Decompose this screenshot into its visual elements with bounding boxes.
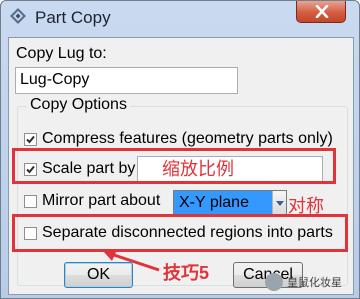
watermark: 皇鼠化妆星 — [265, 271, 342, 293]
annotation-arrow-icon — [103, 250, 160, 272]
close-button[interactable] — [296, 1, 346, 23]
copy-name-input[interactable]: Lug-Copy — [15, 67, 238, 94]
check-icon — [26, 135, 35, 144]
separate-highlight-box — [12, 214, 348, 252]
close-icon — [315, 5, 329, 18]
mirror-plane-select[interactable]: X-Y plane — [173, 190, 287, 216]
window-title: Part Copy — [35, 8, 111, 27]
copy-to-label: Copy Lug to: — [16, 45, 107, 62]
mirror-part-checkbox[interactable] — [24, 195, 37, 208]
chevron-down-icon[interactable] — [272, 191, 286, 215]
tip-annotation: 技巧5 — [163, 263, 210, 283]
title-bar[interactable]: Part Copy — [1, 1, 359, 37]
mirror-part-label: Mirror part about — [42, 192, 161, 209]
watermark-text: 皇鼠化妆星 — [287, 277, 342, 289]
abaqus-logo-icon — [10, 8, 26, 24]
mirror-plane-value: X-Y plane — [179, 194, 249, 211]
copy-options-legend: Copy Options — [27, 96, 130, 114]
scale-annotation: 缩放比例 — [162, 159, 234, 179]
compress-features-label: Compress features (geometry parts only) — [42, 130, 333, 147]
wechat-logo-icon — [265, 273, 283, 291]
compress-features-checkbox[interactable] — [24, 133, 37, 146]
part-copy-dialog: Part Copy Copy Lug to: Lug-Copy Copy Opt… — [0, 0, 360, 299]
